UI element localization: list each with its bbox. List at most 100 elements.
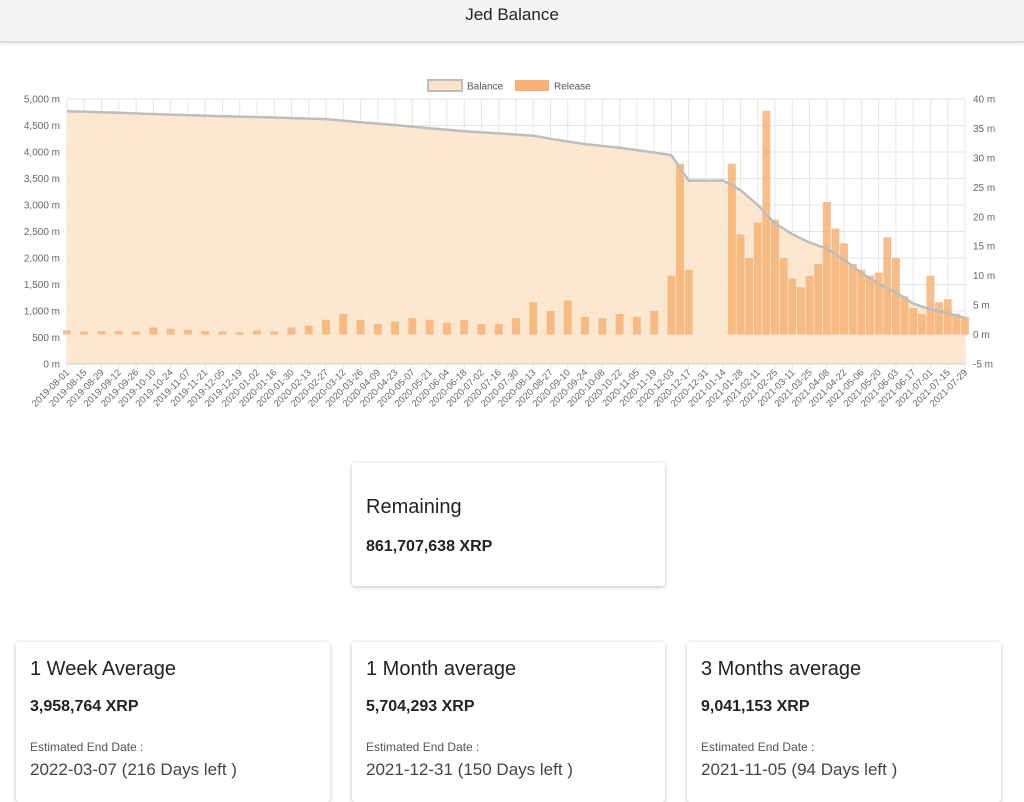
release-bar (900, 296, 909, 335)
week-end-date-value: 2022-03-07 (216 Days left ) (30, 760, 237, 779)
week-end-date-label: Estimated End Date : (30, 740, 144, 754)
three-month-end-date-value: 2021-11-05 (94 Days left ) (701, 760, 898, 779)
three-month-average-title: 3 Months average (701, 658, 862, 680)
legend-balance-swatch (427, 79, 463, 92)
month-average-value: 5,704,293 XRP (366, 698, 475, 715)
release-bar (512, 318, 520, 335)
release-bar (917, 313, 926, 335)
page-title: Jed Balance (465, 5, 559, 24)
release-bar (598, 318, 607, 335)
release-bar (676, 163, 684, 335)
y-left-tick-label: 4,000 m (24, 148, 60, 159)
release-bar (667, 275, 676, 335)
remaining-title: Remaining (366, 496, 462, 518)
remaining-card: Remaining 861,707,638 XRP (352, 463, 665, 586)
release-bar (132, 331, 140, 335)
release-bar (373, 324, 382, 335)
release-bar (581, 316, 589, 335)
y-right-tick-label: 5 m (973, 301, 990, 312)
release-bar (805, 275, 814, 335)
y-right-tick-label: 35 m (973, 124, 995, 135)
release-bar (753, 222, 762, 335)
release-bar (356, 319, 365, 335)
three-month-average-card: 3 Months average 9,041,153 XRP Estimated… (687, 642, 1001, 802)
y-left-tick-label: 2,500 m (24, 227, 60, 238)
release-bar (857, 269, 866, 335)
three-month-average-value: 9,041,153 XRP (701, 698, 810, 715)
month-end-date-label: Estimated End Date : (366, 740, 480, 754)
release-bar (529, 302, 538, 335)
y-left-tick-label: 1,500 m (24, 280, 60, 291)
month-end-date-value: 2021-12-31 (150 Days left ) (366, 760, 573, 779)
release-bar (615, 313, 624, 335)
release-bar (63, 330, 71, 335)
release-bar (183, 329, 192, 335)
legend-balance-label: Balance (467, 82, 504, 93)
release-bar (848, 263, 857, 335)
release-bar (814, 263, 823, 335)
release-bar (339, 313, 348, 335)
release-bar (684, 269, 693, 335)
release-bar (253, 330, 261, 335)
release-bar (391, 321, 399, 335)
release-bar (270, 331, 279, 335)
release-bar (797, 287, 805, 335)
release-bar (408, 318, 417, 335)
release-bar (943, 299, 952, 335)
app-header: Jed Balance (0, 0, 1024, 42)
y-right-tick-label: 15 m (973, 242, 995, 253)
week-average-card: 1 Week Average 3,958,764 XRP Estimated E… (16, 642, 330, 802)
release-bar (443, 322, 451, 335)
y-left-tick-label: 5,000 m (24, 95, 60, 106)
y-left-tick-label: 4,500 m (24, 121, 60, 132)
y-left-tick-label: 500 m (32, 333, 60, 344)
y-left-tick-label: 0 m (43, 360, 60, 371)
release-bar (287, 327, 296, 335)
release-bar (909, 308, 918, 335)
release-bar (322, 319, 330, 335)
release-bar (745, 258, 754, 335)
release-bar (831, 228, 840, 335)
remaining-value: 861,707,638 XRP (366, 538, 493, 555)
release-bar (477, 324, 486, 335)
release-bar (892, 258, 900, 335)
release-bar (235, 332, 244, 335)
y-right-tick-label: 25 m (973, 183, 995, 194)
month-average-title: 1 Month average (366, 658, 517, 680)
release-bar (563, 300, 572, 335)
release-bar (218, 331, 227, 335)
y-left-tick-label: 3,000 m (24, 201, 60, 212)
release-bar (494, 324, 503, 335)
release-bar (771, 219, 779, 335)
release-bar (736, 234, 745, 335)
release-bar (926, 275, 935, 335)
release-bar (114, 331, 123, 335)
y-right-tick-label: 10 m (973, 271, 995, 282)
release-bar (80, 331, 89, 335)
legend-release-swatch (515, 80, 549, 91)
y-right-tick-label: 0 m (973, 330, 990, 341)
y-left-tick-label: 1,000 m (24, 307, 60, 318)
release-bar (935, 302, 943, 335)
y-right-tick-label: 20 m (973, 212, 995, 223)
balance-release-chart: 0 m 500 m 1,000 m 1,500 m 2,000 m 2,500 m 3,00… (24, 79, 995, 409)
release-bar (650, 311, 659, 335)
release-bar (632, 316, 641, 335)
release-bar (201, 331, 210, 335)
y-left-tick-label: 2,000 m (24, 254, 60, 265)
three-month-end-date-label: Estimated End Date : (701, 740, 815, 754)
release-bar (762, 110, 771, 335)
week-average-title: 1 Week Average (30, 658, 177, 680)
release-bar (961, 316, 969, 335)
release-bar (822, 202, 831, 335)
release-bar (166, 328, 175, 335)
y-right-tick-label: -5 m (973, 360, 993, 371)
release-bar (425, 319, 434, 335)
y-left-tick-label: 3,500 m (24, 174, 60, 185)
y-right-tick-label: 30 m (973, 153, 995, 164)
release-bar (97, 331, 106, 335)
legend-release-label: Release (554, 82, 591, 93)
month-average-card: 1 Month average 5,704,293 XRP Estimated … (352, 642, 665, 802)
release-bar (727, 163, 736, 335)
release-bar (546, 311, 555, 335)
